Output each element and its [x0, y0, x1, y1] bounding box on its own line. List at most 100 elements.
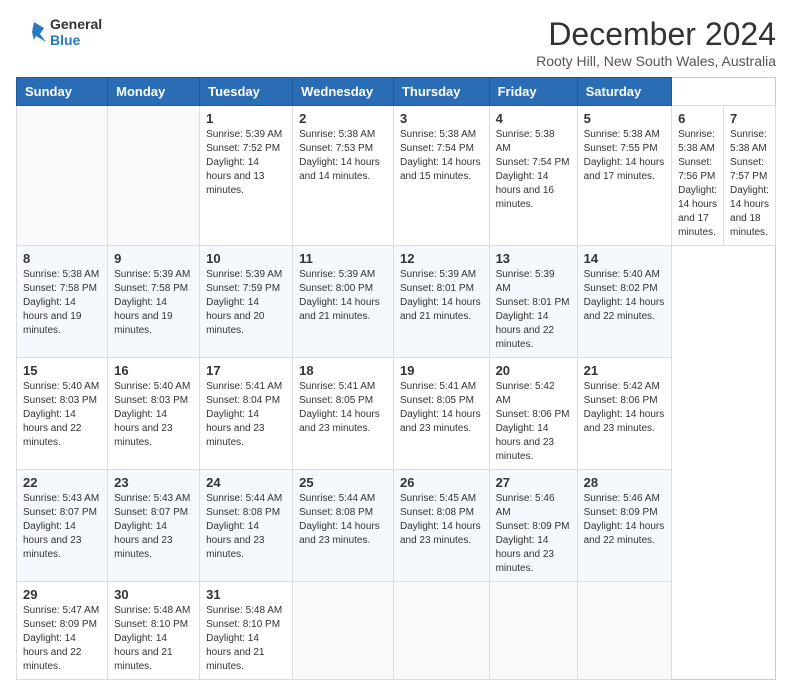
calendar-cell: 22 Sunrise: 5:43 AMSunset: 8:07 PMDayligh… — [17, 470, 108, 582]
day-info: Sunrise: 5:39 AMSunset: 8:01 PMDaylight:… — [400, 268, 483, 324]
day-number: 15 — [23, 363, 101, 378]
day-info: Sunrise: 5:43 AMSunset: 8:07 PMDaylight:… — [23, 492, 101, 562]
day-number: 7 — [730, 111, 769, 126]
calendar-cell: 9 Sunrise: 5:39 AMSunset: 7:58 PMDaylight… — [108, 246, 200, 358]
day-number: 12 — [400, 251, 483, 266]
day-info: Sunrise: 5:46 AMSunset: 8:09 PMDaylight:… — [496, 492, 571, 576]
day-info: Sunrise: 5:48 AMSunset: 8:10 PMDaylight:… — [206, 604, 286, 674]
day-info: Sunrise: 5:41 AMSunset: 8:04 PMDaylight:… — [206, 380, 286, 450]
empty-cell — [17, 106, 108, 246]
calendar-cell: 24 Sunrise: 5:44 AMSunset: 8:08 PMDayligh… — [200, 470, 293, 582]
day-header-monday: Monday — [108, 78, 200, 106]
calendar-cell: 14Sunrise: 5:40 AMSunset: 8:02 PMDayligh… — [577, 246, 672, 358]
day-number: 24 — [206, 475, 286, 490]
calendar-cell: 1 Sunrise: 5:39 AMSunset: 7:52 PMDaylight… — [200, 106, 293, 246]
calendar-cell: 13 Sunrise: 5:39 AMSunset: 8:01 PMDayligh… — [489, 246, 577, 358]
calendar-cell: 8 Sunrise: 5:38 AMSunset: 7:58 PMDaylight… — [17, 246, 108, 358]
location: Rooty Hill, New South Wales, Australia — [536, 53, 776, 69]
day-header-saturday: Saturday — [577, 78, 672, 106]
day-number: 18 — [299, 363, 387, 378]
day-info: Sunrise: 5:39 AMSunset: 7:59 PMDaylight:… — [206, 268, 286, 338]
calendar-cell: 20 Sunrise: 5:42 AMSunset: 8:06 PMDayligh… — [489, 358, 577, 470]
empty-cell — [108, 106, 200, 246]
calendar-cell: 31 Sunrise: 5:48 AMSunset: 8:10 PMDayligh… — [200, 582, 293, 680]
day-number: 17 — [206, 363, 286, 378]
day-number: 9 — [114, 251, 193, 266]
day-info: Sunrise: 5:41 AMSunset: 8:05 PMDaylight:… — [299, 380, 387, 436]
calendar-cell — [293, 582, 394, 680]
day-info: Sunrise: 5:39 AMSunset: 7:58 PMDaylight:… — [114, 268, 193, 338]
day-info: Sunrise: 5:44 AMSunset: 8:08 PMDaylight:… — [206, 492, 286, 562]
day-number: 10 — [206, 251, 286, 266]
day-number: 23 — [114, 475, 193, 490]
calendar-table: SundayMondayTuesdayWednesdayThursdayFrid… — [16, 77, 776, 680]
day-number: 25 — [299, 475, 387, 490]
day-info: Sunrise: 5:44 AMSunset: 8:08 PMDaylight:… — [299, 492, 387, 548]
day-info: Sunrise: 5:39 AMSunset: 8:00 PMDaylight:… — [299, 268, 387, 324]
calendar-cell: 6 Sunrise: 5:38 AMSunset: 7:56 PMDaylight… — [672, 106, 724, 246]
day-number: 29 — [23, 587, 101, 602]
day-info: Sunrise: 5:38 AMSunset: 7:58 PMDaylight:… — [23, 268, 101, 338]
day-header-sunday: Sunday — [17, 78, 108, 106]
calendar-cell: 17 Sunrise: 5:41 AMSunset: 8:04 PMDayligh… — [200, 358, 293, 470]
calendar-cell: 7 Sunrise: 5:38 AMSunset: 7:57 PMDaylight… — [724, 106, 776, 246]
calendar-cell: 23Sunrise: 5:43 AMSunset: 8:07 PMDayligh… — [108, 470, 200, 582]
calendar-cell: 30Sunrise: 5:48 AMSunset: 8:10 PMDayligh… — [108, 582, 200, 680]
day-info: Sunrise: 5:47 AMSunset: 8:09 PMDaylight:… — [23, 604, 101, 674]
day-info: Sunrise: 5:42 AMSunset: 8:06 PMDaylight:… — [496, 380, 571, 464]
day-number: 31 — [206, 587, 286, 602]
day-number: 2 — [299, 111, 387, 126]
logo-line1: General — [50, 16, 102, 32]
day-info: Sunrise: 5:42 AMSunset: 8:06 PMDaylight:… — [584, 380, 666, 436]
day-header-tuesday: Tuesday — [200, 78, 293, 106]
day-info: Sunrise: 5:38 AMSunset: 7:56 PMDaylight:… — [678, 128, 717, 240]
calendar-cell: 16Sunrise: 5:40 AMSunset: 8:03 PMDayligh… — [108, 358, 200, 470]
logo: General Blue — [16, 16, 102, 48]
day-number: 11 — [299, 251, 387, 266]
day-number: 14 — [584, 251, 666, 266]
day-number: 6 — [678, 111, 717, 126]
day-number: 1 — [206, 111, 286, 126]
day-info: Sunrise: 5:38 AMSunset: 7:54 PMDaylight:… — [400, 128, 483, 184]
day-number: 19 — [400, 363, 483, 378]
day-number: 21 — [584, 363, 666, 378]
day-info: Sunrise: 5:45 AMSunset: 8:08 PMDaylight:… — [400, 492, 483, 548]
calendar-cell: 15 Sunrise: 5:40 AMSunset: 8:03 PMDayligh… — [17, 358, 108, 470]
day-number: 26 — [400, 475, 483, 490]
day-info: Sunrise: 5:38 AMSunset: 7:55 PMDaylight:… — [584, 128, 666, 184]
day-number: 8 — [23, 251, 101, 266]
day-number: 28 — [584, 475, 666, 490]
day-number: 4 — [496, 111, 571, 126]
day-number: 30 — [114, 587, 193, 602]
day-info: Sunrise: 5:39 AMSunset: 8:01 PMDaylight:… — [496, 268, 571, 352]
day-info: Sunrise: 5:38 AMSunset: 7:57 PMDaylight:… — [730, 128, 769, 240]
day-header-wednesday: Wednesday — [293, 78, 394, 106]
calendar-cell: 19Sunrise: 5:41 AMSunset: 8:05 PMDayligh… — [393, 358, 489, 470]
day-header-friday: Friday — [489, 78, 577, 106]
day-info: Sunrise: 5:46 AMSunset: 8:09 PMDaylight:… — [584, 492, 666, 548]
day-info: Sunrise: 5:40 AMSunset: 8:03 PMDaylight:… — [23, 380, 101, 450]
logo-line2: Blue — [50, 32, 102, 48]
day-info: Sunrise: 5:39 AMSunset: 7:52 PMDaylight:… — [206, 128, 286, 198]
title-section: December 2024 Rooty Hill, New South Wale… — [536, 16, 776, 69]
logo-bird-icon — [16, 16, 48, 48]
page-header: General Blue December 2024 Rooty Hill, N… — [16, 16, 776, 69]
calendar-cell: 29 Sunrise: 5:47 AMSunset: 8:09 PMDayligh… — [17, 582, 108, 680]
calendar-cell: 25 Sunrise: 5:44 AMSunset: 8:08 PMDayligh… — [293, 470, 394, 582]
day-number: 13 — [496, 251, 571, 266]
calendar-cell: 10 Sunrise: 5:39 AMSunset: 7:59 PMDayligh… — [200, 246, 293, 358]
day-info: Sunrise: 5:40 AMSunset: 8:03 PMDaylight:… — [114, 380, 193, 450]
calendar-cell: 27Sunrise: 5:46 AMSunset: 8:09 PMDayligh… — [489, 470, 577, 582]
month-title: December 2024 — [536, 16, 776, 53]
calendar-cell: 5Sunrise: 5:38 AMSunset: 7:55 PMDaylight… — [577, 106, 672, 246]
day-header-thursday: Thursday — [393, 78, 489, 106]
day-info: Sunrise: 5:38 AMSunset: 7:54 PMDaylight:… — [496, 128, 571, 212]
calendar-cell: 11 Sunrise: 5:39 AMSunset: 8:00 PMDayligh… — [293, 246, 394, 358]
day-number: 22 — [23, 475, 101, 490]
calendar-cell: 4 Sunrise: 5:38 AMSunset: 7:54 PMDaylight… — [489, 106, 577, 246]
day-number: 3 — [400, 111, 483, 126]
day-info: Sunrise: 5:38 AMSunset: 7:53 PMDaylight:… — [299, 128, 387, 184]
calendar-cell — [489, 582, 577, 680]
calendar-cell: 21 Sunrise: 5:42 AMSunset: 8:06 PMDayligh… — [577, 358, 672, 470]
day-number: 20 — [496, 363, 571, 378]
